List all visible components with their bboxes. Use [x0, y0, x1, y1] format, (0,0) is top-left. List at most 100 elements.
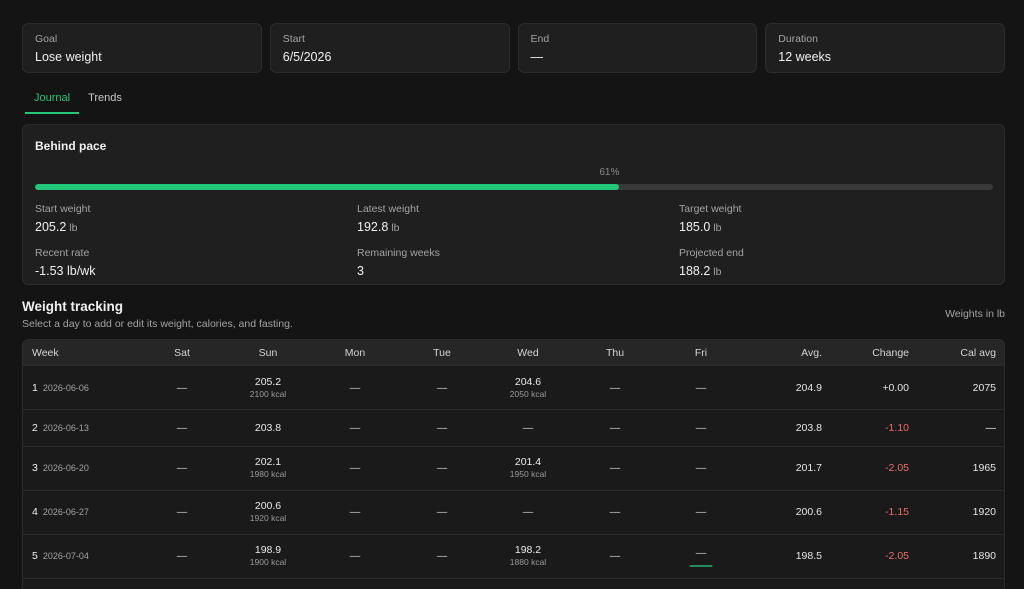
day-cell-mon[interactable]: — — [350, 422, 361, 435]
stat-unit: lb — [713, 222, 722, 234]
goal-value: Lose weight — [35, 50, 102, 64]
day-weight: — — [436, 506, 448, 518]
day-cell-sat[interactable]: — — [177, 382, 188, 395]
day-weight: — — [436, 550, 448, 562]
column-header-sat: Sat — [174, 347, 190, 359]
day-cell-fri[interactable]: — — [696, 422, 707, 435]
day-cell-wed[interactable]: 198.2 1880 kcal — [510, 544, 546, 568]
day-cell-tue[interactable]: — — [437, 382, 448, 395]
day-calories: 1920 kcal — [249, 513, 287, 523]
day-weight: — — [609, 462, 621, 474]
stat-label: Start weight — [35, 203, 91, 215]
table-row: 2 2026-06-13 — 203.8 — — — — — 203.8 -1.10 — — [23, 410, 1004, 447]
stat-unit: lb — [69, 222, 78, 234]
day-cell-mon[interactable]: — — [350, 506, 361, 519]
duration-card: Duration 12 weeks — [765, 23, 1005, 73]
day-weight: — — [695, 381, 707, 394]
day-weight: 200.6 — [254, 500, 282, 512]
day-weight: 205.2 — [254, 375, 282, 388]
day-calories: 1980 kcal — [249, 469, 287, 479]
day-cell-thu[interactable]: — — [610, 382, 621, 395]
day-cell-fri[interactable]: — — [696, 462, 707, 475]
column-header-mon: Mon — [344, 347, 366, 359]
column-header-cal-avg: Cal avg — [960, 347, 996, 359]
day-cell-fri[interactable]: — — [696, 382, 707, 395]
stat-label: Recent rate — [35, 247, 90, 259]
day-cell-fri[interactable]: — — [696, 506, 707, 519]
week-start-date: 2026-07-04 — [42, 551, 89, 561]
week-average: 204.9 — [795, 381, 822, 394]
stat-remaining-weeks: Remaining weeks 3 — [357, 247, 679, 280]
stat-value: 205.2 — [35, 220, 67, 234]
day-cell-sun[interactable]: 202.1 1980 kcal — [250, 456, 286, 480]
day-cell-tue[interactable]: — — [437, 550, 448, 563]
day-cell-sun[interactable]: 198.9 1900 kcal — [250, 544, 286, 568]
day-cell-tue[interactable]: — — [437, 462, 448, 475]
day-weight: — — [436, 421, 448, 434]
day-cell-sun[interactable]: 205.2 2100 kcal — [250, 376, 286, 400]
day-weight: — — [436, 462, 448, 474]
duration-value: 12 weeks — [778, 50, 832, 64]
day-cell-sat[interactable]: — — [177, 462, 188, 475]
day-cell-sun[interactable]: 200.6 1920 kcal — [250, 500, 286, 524]
units-note: Weights in lb — [945, 308, 1005, 320]
week-change: +0.00 — [882, 381, 909, 394]
tab-trends[interactable]: Trends — [79, 87, 131, 114]
week-cell: 4 2026-06-27 — [32, 506, 89, 518]
progress-percent: 61% — [599, 167, 620, 178]
week-change: -1.10 — [885, 421, 909, 434]
day-cell-mon[interactable]: — — [350, 550, 361, 563]
day-calories: 1880 kcal — [509, 557, 547, 567]
day-cell-wed[interactable]: 204.6 2050 kcal — [510, 376, 546, 400]
day-weight: 198.9 — [254, 544, 282, 556]
stat-label: Latest weight — [357, 203, 419, 215]
day-cell-sat[interactable]: — — [177, 422, 188, 435]
day-cell-fri[interactable]: — — [689, 547, 713, 567]
plan-summary: Goal Lose weight Start 6/5/2026 End — Du… — [22, 23, 1005, 73]
day-weight: — — [349, 421, 361, 434]
pace-stats: Start weight 205.2 lb Latest weight 192.8… — [35, 203, 993, 280]
week-number: 5 — [32, 550, 38, 562]
pace-status-title: Behind pace — [35, 139, 107, 153]
day-cell-tue[interactable]: — — [437, 422, 448, 435]
column-header-week: Week — [32, 347, 59, 359]
column-header-sun: Sun — [258, 347, 278, 359]
day-cell-wed[interactable]: 201.4 1950 kcal — [510, 456, 546, 480]
day-cell-sun[interactable]: 203.8 — [255, 422, 281, 435]
table-row: 1 2026-06-06 — 205.2 2100 kcal — — 204.6 2050 kc… — [23, 367, 1004, 410]
day-cell-sat[interactable]: — — [177, 550, 188, 563]
stat-value: 188.2 — [679, 264, 711, 278]
tab-journal[interactable]: Journal — [25, 87, 80, 114]
day-weight: — — [176, 381, 188, 394]
stat-value: 3 — [357, 264, 364, 278]
week-cell: 3 2026-06-20 — [32, 462, 89, 474]
stat-recent-rate: Recent rate -1.53 lb/wk — [35, 247, 357, 280]
day-calories: 1900 kcal — [249, 557, 287, 567]
day-cell-thu[interactable]: — — [610, 462, 621, 475]
day-cell-mon[interactable]: — — [350, 462, 361, 475]
stat-value-wrap: 185.0 lb — [679, 219, 993, 236]
day-cell-thu[interactable]: — — [610, 550, 621, 563]
day-cell-thu[interactable]: — — [610, 422, 621, 435]
day-weight: 201.4 — [514, 456, 542, 468]
day-weight: — — [522, 421, 534, 434]
stat-value-wrap: 192.8 lb — [357, 219, 679, 236]
week-number: 4 — [32, 506, 38, 518]
stat-projected-end: Projected end 188.2 lb — [679, 247, 993, 280]
day-cell-wed[interactable]: — — [523, 422, 534, 435]
day-cell-sat[interactable]: — — [177, 506, 188, 519]
view-tabs: Journal Trends — [25, 87, 131, 114]
day-calories: 2100 kcal — [249, 388, 287, 399]
start-value: 6/5/2026 — [282, 50, 332, 64]
end-label: End — [530, 33, 550, 45]
day-cell-mon[interactable]: — — [350, 382, 361, 395]
day-weight: — — [349, 381, 361, 394]
week-cell: 5 2026-07-04 — [32, 550, 89, 562]
day-cell-thu[interactable]: — — [610, 506, 621, 519]
day-weight: — — [176, 421, 188, 434]
day-cell-wed[interactable]: — — [523, 506, 534, 519]
today-indicator — [689, 565, 713, 567]
day-weight: — — [609, 381, 621, 394]
day-cell-tue[interactable]: — — [437, 506, 448, 519]
week-average: 203.8 — [795, 421, 822, 434]
